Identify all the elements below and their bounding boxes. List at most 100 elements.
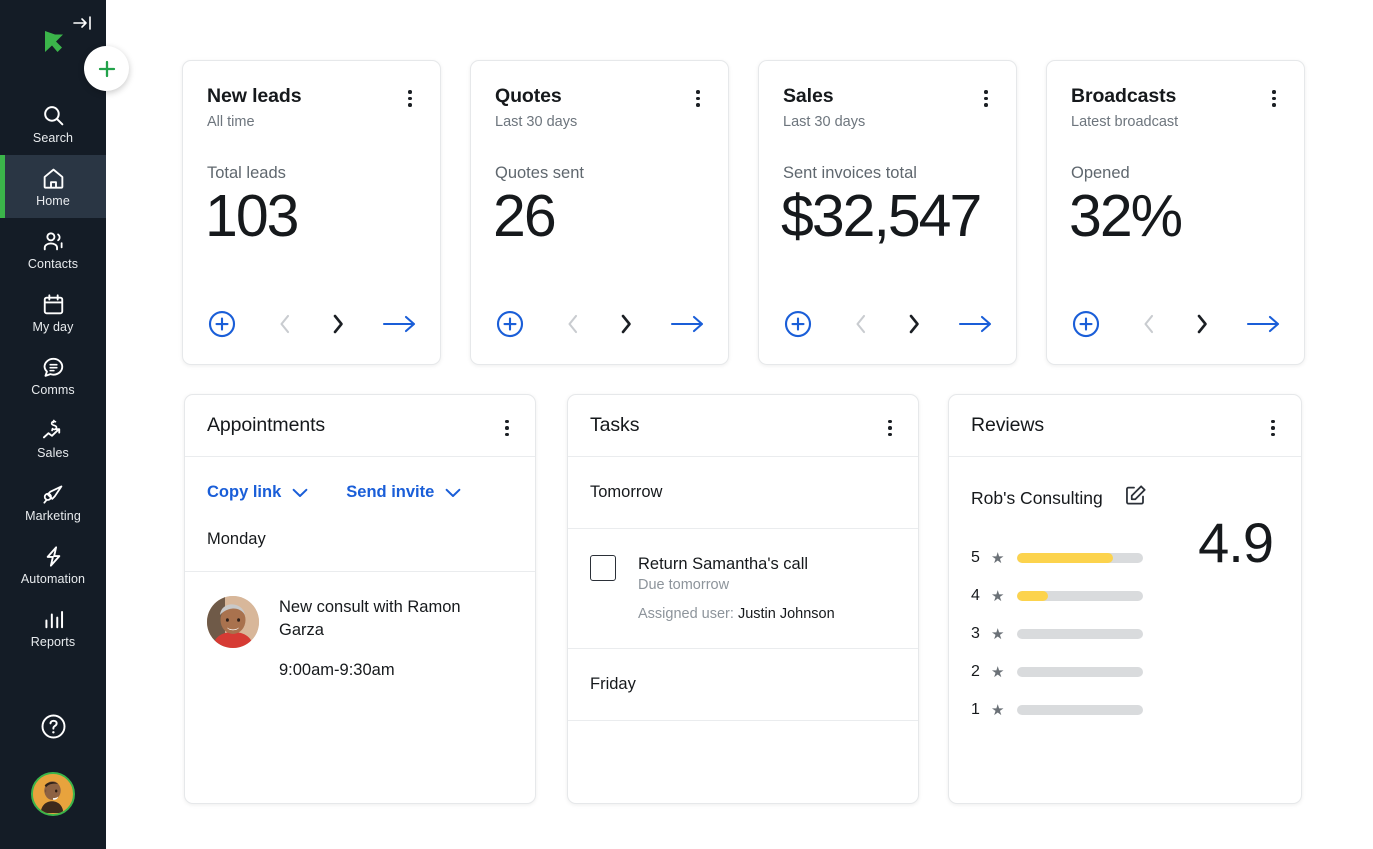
metric-card-new-leads[interactable]: New leads All time Total leads 103 — [182, 60, 441, 365]
add-record-button[interactable] — [495, 309, 525, 344]
next-button[interactable] — [1194, 313, 1210, 340]
task-checkbox[interactable] — [590, 555, 616, 581]
average-rating: 4.9 — [1198, 515, 1273, 571]
metric-card-broadcasts[interactable]: Broadcasts Latest broadcast Opened 32% — [1046, 60, 1305, 365]
edit-icon[interactable] — [1123, 483, 1148, 513]
sidebar-item-my-day[interactable]: My day — [0, 281, 106, 344]
sidebar-item-label: Automation — [21, 573, 85, 586]
card-menu-button[interactable] — [880, 415, 900, 437]
send-invite-button[interactable]: Send invite — [346, 483, 461, 502]
add-button-fab[interactable] — [84, 46, 129, 91]
star-icon: ★ — [991, 703, 1004, 718]
sidebar-item-label: My day — [33, 321, 74, 334]
next-button[interactable] — [906, 313, 922, 340]
view-all-button[interactable] — [382, 313, 418, 340]
arrow-right-icon — [382, 313, 418, 335]
lightning-icon — [41, 543, 66, 569]
bar-chart-icon — [41, 606, 66, 632]
previous-button[interactable] — [277, 313, 293, 340]
next-button[interactable] — [618, 313, 634, 340]
task-due: Due tomorrow — [638, 577, 835, 593]
card-header: New leads — [183, 61, 440, 108]
appointment-title: New consult with Ramon Garza — [279, 596, 489, 643]
rating-bar-track — [1017, 629, 1143, 639]
card-menu-button[interactable] — [1264, 85, 1284, 107]
sidebar-item-contacts[interactable]: Contacts — [0, 218, 106, 281]
star-icon: ★ — [991, 551, 1004, 566]
card-title: New leads — [207, 85, 301, 108]
metric-card-quotes[interactable]: Quotes Last 30 days Quotes sent 26 — [470, 60, 729, 365]
sidebar-item-sales[interactable]: Sales — [0, 407, 106, 470]
plus-icon — [95, 57, 119, 81]
rating-label: 5 — [971, 549, 985, 567]
card-menu-button[interactable] — [1263, 415, 1283, 437]
add-record-button[interactable] — [783, 309, 813, 344]
keap-logo-icon — [33, 25, 73, 65]
card-subtitle: Last 30 days — [759, 108, 1016, 130]
sidebar-item-comms[interactable]: Comms — [0, 344, 106, 407]
metric-label: Quotes sent — [471, 130, 728, 183]
add-record-button[interactable] — [1071, 309, 1101, 344]
next-button[interactable] — [330, 313, 346, 340]
card-header: Appointments — [185, 395, 535, 457]
card-footer — [495, 309, 706, 344]
task-group-header: Tomorrow — [568, 457, 918, 529]
user-avatar-button[interactable] — [0, 772, 106, 816]
card-menu-button[interactable] — [688, 85, 708, 107]
send-invite-label: Send invite — [346, 483, 434, 502]
reviews-body: Rob's Consulting 5 ★ — [949, 457, 1301, 729]
help-circle-icon — [39, 712, 68, 746]
appointment-item[interactable]: New consult with Ramon Garza 9:00am-9:30… — [185, 572, 535, 680]
card-menu-button[interactable] — [497, 415, 517, 437]
card-subtitle: Latest broadcast — [1047, 108, 1304, 130]
arrow-right-icon — [958, 313, 994, 335]
task-details: Return Samantha's call Due tomorrow Assi… — [638, 555, 835, 622]
copy-link-button[interactable]: Copy link — [207, 483, 308, 502]
sidebar-item-automation[interactable]: Automation — [0, 533, 106, 596]
metric-label: Total leads — [183, 130, 440, 183]
view-all-button[interactable] — [958, 313, 994, 340]
sidebar-item-marketing[interactable]: Marketing — [0, 470, 106, 533]
view-all-button[interactable] — [670, 313, 706, 340]
task-row[interactable]: Return Samantha's call Due tomorrow Assi… — [568, 529, 918, 622]
rating-bar-track — [1017, 705, 1143, 715]
card-title: Tasks — [590, 414, 639, 437]
help-button[interactable] — [0, 712, 106, 746]
card-footer — [207, 309, 418, 344]
sidebar-item-home[interactable]: Home — [0, 155, 106, 218]
sidebar-item-search[interactable]: Search — [0, 92, 106, 155]
card-title: Quotes — [495, 85, 562, 108]
metric-card-sales[interactable]: Sales Last 30 days Sent invoices total $… — [758, 60, 1017, 365]
sidebar-nav: Search Home — [0, 92, 106, 659]
chevron-right-icon — [330, 313, 346, 335]
sales-icon — [41, 417, 66, 443]
collapse-sidebar-button[interactable] — [70, 10, 96, 36]
previous-button[interactable] — [1141, 313, 1157, 340]
sidebar-item-label: Comms — [31, 384, 75, 397]
add-record-button[interactable] — [207, 309, 237, 344]
previous-button[interactable] — [565, 313, 581, 340]
circle-plus-icon — [783, 309, 813, 339]
rating-row: 1 ★ — [971, 691, 1301, 729]
previous-button[interactable] — [853, 313, 869, 340]
assigned-label: Assigned user: — [638, 606, 734, 622]
contact-avatar — [207, 596, 259, 648]
calendar-icon — [41, 291, 66, 317]
megaphone-icon — [41, 480, 66, 506]
reviews-card: Reviews Rob's Consulting 5 — [948, 394, 1302, 804]
sidebar-item-label: Home — [36, 195, 70, 208]
appointment-time: 9:00am-9:30am — [279, 661, 489, 680]
circle-plus-icon — [495, 309, 525, 339]
copy-link-label: Copy link — [207, 483, 281, 502]
view-all-button[interactable] — [1246, 313, 1282, 340]
metric-value: $32,547 — [759, 183, 1016, 248]
card-menu-button[interactable] — [400, 85, 420, 107]
chevron-down-icon — [445, 488, 461, 498]
sidebar-item-reports[interactable]: Reports — [0, 596, 106, 659]
sidebar-item-label: Sales — [37, 447, 69, 460]
task-group-header: Friday — [568, 649, 918, 721]
card-menu-button[interactable] — [976, 85, 996, 107]
chevron-right-icon — [618, 313, 634, 335]
appointments-card: Appointments Copy link Send invite Mon — [184, 394, 536, 804]
sidebar-item-label: Marketing — [25, 510, 81, 523]
